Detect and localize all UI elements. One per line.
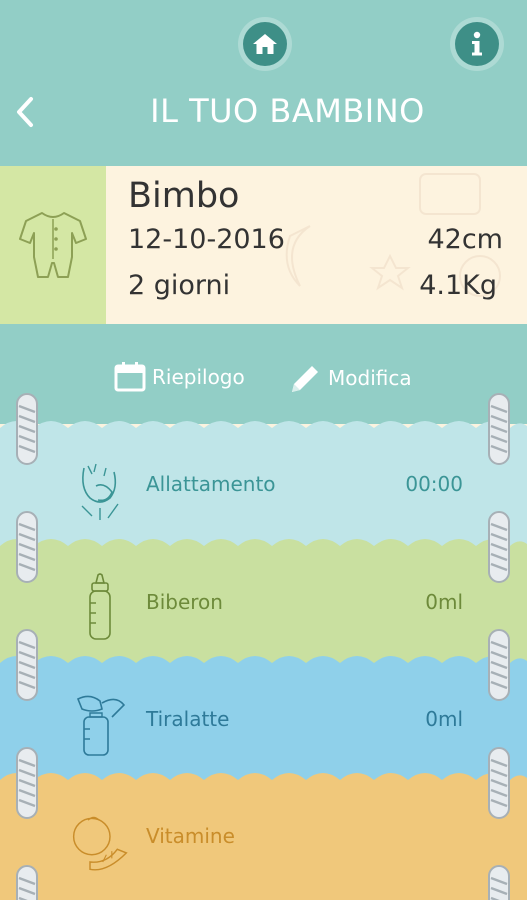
ring-binder (488, 865, 510, 900)
breastfeeding-icon (70, 454, 130, 526)
ring-binder (16, 511, 38, 583)
edit-button[interactable]: Modifica (288, 362, 412, 394)
baby-name: Bimbo (128, 176, 240, 216)
baby-age: 2 giorni (128, 270, 231, 301)
ring-binder (488, 511, 510, 583)
info-button[interactable] (455, 22, 499, 66)
baby-weight: 4.1Kg (419, 270, 497, 301)
ring-binder (16, 747, 38, 819)
row-scallop-edge (0, 421, 527, 434)
row-label: Tiralatte (146, 707, 230, 731)
row-label: Biberon (146, 590, 223, 614)
info-icon (472, 31, 482, 56)
ring-binder (488, 393, 510, 465)
list-item-vitamins[interactable]: Vitamine (0, 773, 527, 900)
row-value: 0ml (425, 707, 463, 731)
breast-pump-icon (70, 689, 130, 761)
home-icon (253, 34, 277, 54)
edit-label: Modifica (328, 366, 412, 390)
ring-binder (16, 865, 38, 900)
ring-binder (16, 393, 38, 465)
app-header: IL TUO BAMBINO (0, 0, 527, 175)
page-title: IL TUO BAMBINO (150, 92, 425, 130)
row-scallop-edge (0, 539, 527, 552)
baby-bottle-icon (70, 572, 130, 644)
calendar-icon (114, 362, 146, 392)
ring-binder (16, 629, 38, 701)
summary-button[interactable]: Riepilogo (114, 362, 245, 392)
baby-birth-date: 12-10-2016 (128, 224, 285, 255)
baby-info-card[interactable]: Bimbo 12-10-2016 2 giorni 42cm 4.1Kg (0, 166, 527, 324)
row-value: 00:00 (405, 472, 463, 496)
ring-binder (488, 629, 510, 701)
list-item-bottle[interactable]: Biberon 0ml (0, 539, 527, 666)
row-scallop-edge (0, 656, 527, 669)
action-bar: Riepilogo Modifica (0, 324, 527, 424)
baby-avatar (0, 166, 106, 324)
row-label: Vitamine (146, 824, 235, 848)
home-button[interactable] (243, 22, 287, 66)
onesie-icon (19, 212, 87, 278)
list-item-breastfeeding[interactable]: Allattamento 00:00 (0, 421, 527, 548)
summary-label: Riepilogo (152, 365, 245, 389)
orange-icon (70, 806, 130, 878)
list-item-breast-pump[interactable]: Tiralatte 0ml (0, 656, 527, 783)
pencil-icon (292, 366, 318, 392)
row-scallop-edge (0, 773, 527, 786)
row-label: Allattamento (146, 472, 276, 496)
ring-binder (488, 747, 510, 819)
row-value: 0ml (425, 590, 463, 614)
baby-height: 42cm (427, 224, 503, 255)
